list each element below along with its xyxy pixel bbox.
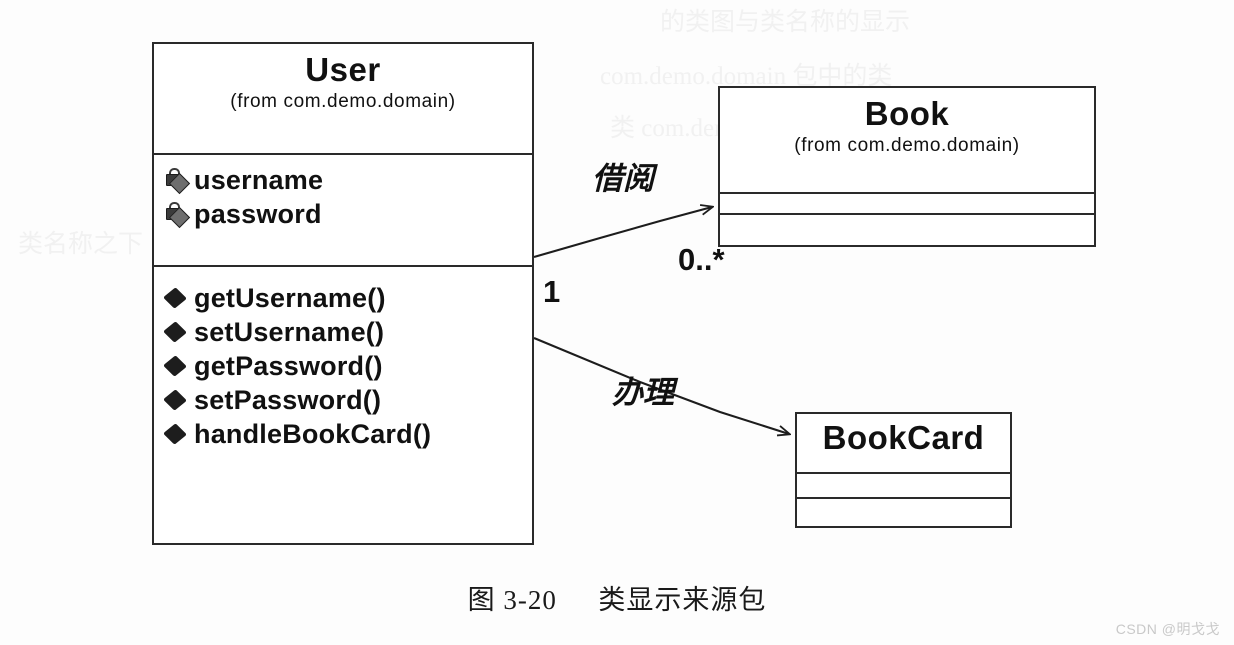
attribute-row[interactable]: username [164,163,532,197]
association-label-jieyue: 借阅 [592,161,654,196]
attribute-row[interactable]: password [164,197,532,231]
attribute-list-user: username password [154,155,532,237]
attribute-name: password [194,199,322,230]
class-name-compartment-bookcard: BookCard [797,414,1010,472]
class-name-bookcard: BookCard [822,419,985,456]
class-name-user: User [305,51,381,88]
operation-name: getPassword() [194,351,383,382]
operation-name: setUsername() [194,317,385,348]
figure-caption: 图 3-20 类显示来源包 [0,578,1234,617]
filled-diamond-icon [163,421,190,447]
operation-row[interactable]: getPassword() [163,349,532,383]
padlock-diamond-icon [164,167,191,195]
figure-title: 类显示来源包 [598,585,767,615]
multiplicity-target-user-book: 0..* [678,242,725,277]
operation-name: getUsername() [194,283,386,313]
filled-diamond-icon [163,319,190,345]
page-bleed-text: 类名称之下 [18,231,144,258]
operation-row[interactable]: handleBookCard() [163,417,532,451]
operations-compartment-bookcard [797,497,1010,526]
operations-compartment-book [720,213,1094,245]
attributes-compartment-user: username password [154,153,532,265]
association-label-banli: 办理 [612,375,674,410]
operation-row[interactable]: setUsername() [163,315,532,349]
class-name-compartment-user: User (from com.demo.domain) [154,44,532,153]
operation-name: handleBookCard() [194,419,432,450]
page-bleed-text: 的类图与类名称的显示 [660,9,911,36]
operations-compartment-user: getUsername() setUsername() getPassword(… [154,265,532,543]
operation-row[interactable]: setPassword() [163,383,532,417]
class-package-user: (from com.demo.domain) [230,91,456,113]
attribute-name: username [194,165,324,195]
filled-diamond-icon [163,285,190,311]
padlock-diamond-icon [164,201,191,229]
attributes-compartment-book [720,192,1094,213]
attributes-compartment-bookcard [797,472,1010,497]
class-package-book: (from com.demo.domain) [794,135,1020,157]
class-name-book: Book [864,95,950,132]
class-box-user[interactable]: User (from com.demo.domain) username pas… [152,42,534,545]
class-name-compartment-book: Book (from com.demo.domain) [720,88,1094,192]
watermark: CSDN @明戈戈 [1115,621,1220,637]
filled-diamond-icon [163,353,190,379]
uml-class-diagram-canvas: 的类图与类名称的显示 com.demo.domain 包中的类 类 com.de… [0,0,1234,645]
operation-row[interactable]: getUsername() [163,281,532,315]
operation-list-user: getUsername() setUsername() getPassword(… [154,267,532,457]
multiplicity-source-user-book: 1 [543,274,561,309]
class-box-book[interactable]: Book (from com.demo.domain) [718,86,1096,247]
filled-diamond-icon [163,387,190,413]
class-box-bookcard[interactable]: BookCard [795,412,1012,528]
operation-name: setPassword() [194,385,382,416]
figure-number: 图 3-20 [467,585,557,615]
